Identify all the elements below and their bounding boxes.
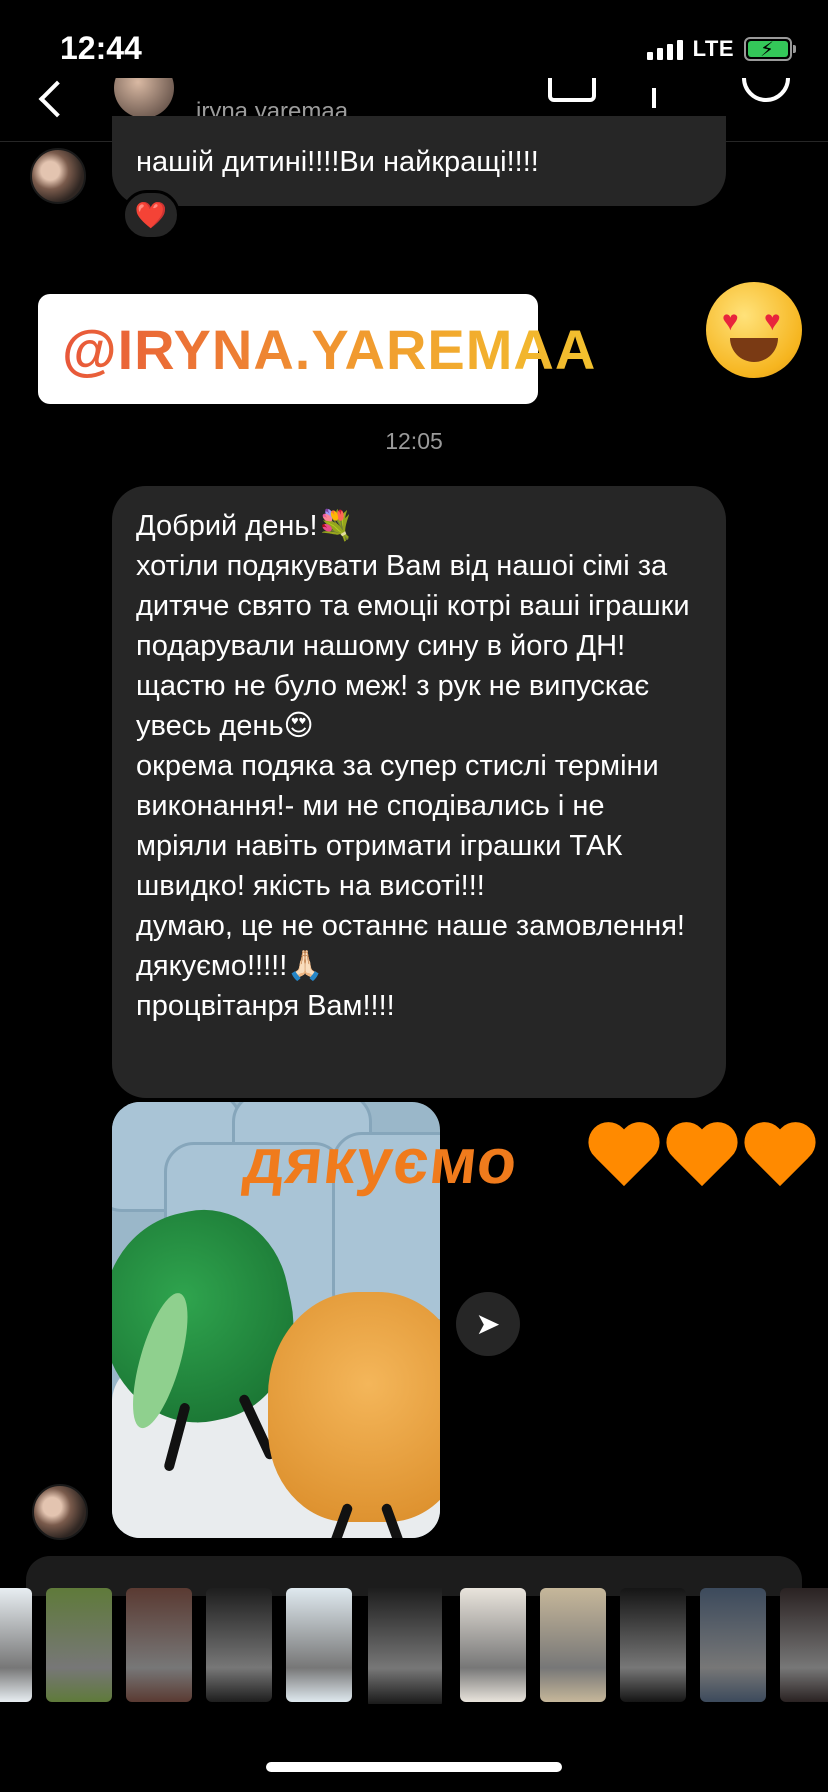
emoji-icon[interactable] xyxy=(742,78,790,102)
thumbnail-strip[interactable] xyxy=(0,1588,828,1704)
status-indicators: LTE ⚡ xyxy=(646,36,796,62)
signal-icon xyxy=(646,38,683,60)
message-bubble-main[interactable]: Добрий день!💐 хотіли подякувати Вам від … xyxy=(112,486,726,1098)
message-line: процвітанря Вам!!!! xyxy=(136,990,395,1022)
orange-hearts xyxy=(586,1118,818,1194)
share-icon[interactable]: ➤ xyxy=(456,1292,520,1356)
message-line: окрема подяка за супер стислі терміни ви… xyxy=(136,750,659,902)
header-avatar[interactable] xyxy=(114,78,174,118)
thumbnail-item[interactable] xyxy=(620,1588,686,1702)
sender-avatar[interactable] xyxy=(32,1484,88,1540)
thumbnail-item[interactable] xyxy=(540,1588,606,1702)
home-indicator[interactable] xyxy=(266,1762,562,1772)
message-line: Добрий день!💐 xyxy=(136,510,354,542)
thumbnail-item[interactable] xyxy=(780,1588,828,1702)
message-line: хотіли подякувати Вам від нашоі сімі за … xyxy=(136,550,690,742)
message-timestamp: 12:05 xyxy=(385,428,443,454)
orange-heart-icon xyxy=(742,1118,818,1194)
thumbnail-item[interactable] xyxy=(0,1588,32,1702)
info-icon[interactable] xyxy=(652,88,656,108)
back-icon[interactable] xyxy=(38,80,76,118)
message-bubble[interactable]: нашій дитині!!!!Ви найкращі!!!! xyxy=(112,116,726,206)
thumbnail-item-selected[interactable] xyxy=(368,1588,442,1704)
thanks-sticker: дякуємо xyxy=(240,1125,522,1197)
thumbnail-item[interactable] xyxy=(206,1588,272,1702)
heart-eyes-emoji: ♥ ♥ xyxy=(706,282,802,378)
thumbnail-item[interactable] xyxy=(700,1588,766,1702)
orange-heart-icon xyxy=(586,1118,662,1194)
thumbnail-item[interactable] xyxy=(460,1588,526,1702)
mention-text: @IRYNA.YAREMAA xyxy=(62,317,597,381)
sender-avatar[interactable] xyxy=(30,148,86,204)
thumbnail-item[interactable] xyxy=(46,1588,112,1702)
network-label: LTE xyxy=(692,36,734,61)
orange-plush-toy xyxy=(268,1292,440,1522)
status-time: 12:44 xyxy=(60,30,142,66)
thumbnail-item[interactable] xyxy=(126,1588,192,1702)
heart-reaction[interactable]: ❤️ xyxy=(122,190,180,240)
orange-heart-icon xyxy=(664,1118,740,1194)
message-line: думаю, це не останнє наше замовлення! дя… xyxy=(136,910,685,982)
thumbnail-item[interactable] xyxy=(286,1588,352,1702)
mention-card[interactable]: @IRYNA.YAREMAA xyxy=(38,294,595,404)
video-call-icon[interactable] xyxy=(548,78,596,102)
heart-eye-icon: ♥ xyxy=(764,305,781,336)
battery-icon: ⚡ xyxy=(744,37,796,61)
heart-eye-icon: ♥ xyxy=(722,305,739,336)
